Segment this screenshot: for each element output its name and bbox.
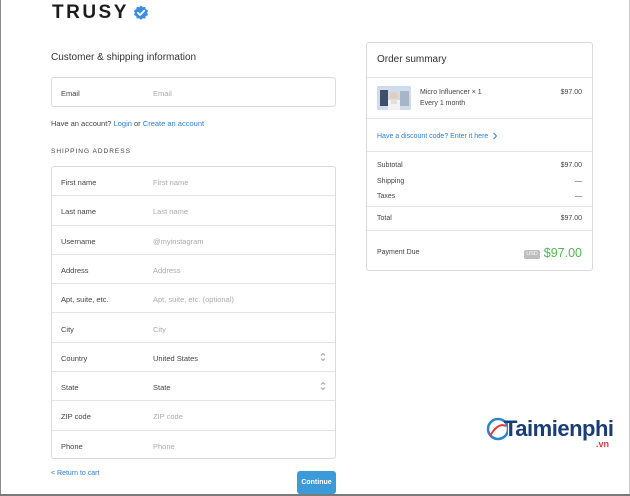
zip-code-input[interactable]: ZIP code [153,412,183,421]
email-field[interactable]: Email Email [51,77,336,107]
continue-button[interactable]: Continue [297,471,336,494]
watermark-logo: Taimienphi .vn [486,414,616,454]
currency-badge: USD [524,250,540,259]
payment-due-amount: $97.00 [543,246,582,260]
phone-input[interactable]: Phone [153,442,175,451]
product-plan: Every 1 month [420,100,466,107]
last-name-label: Last name [61,207,97,217]
window-frame-left [0,0,1,496]
order-summary-title: Order summary [377,54,447,65]
phone-label: Phone [61,441,83,451]
taxes-value: — [575,193,582,200]
divider [367,230,592,231]
state-value[interactable]: State [153,383,171,392]
payment-due-label: Payment Due [377,249,420,256]
username-field[interactable]: Username @myinstagram [52,226,335,255]
zip-code-field[interactable]: ZIP code ZIP code [52,401,335,431]
divider [367,118,592,119]
first-name-input[interactable]: First name [153,178,188,187]
first-name-label: First name [61,178,97,187]
state-select[interactable]: State State [52,372,335,402]
shipping-address-heading: SHIPPING ADDRESS [51,148,131,155]
zip-code-label: ZIP code [61,412,91,422]
email-input[interactable]: Email [153,89,172,98]
apt-suite-field[interactable]: Apt, suite, etc. Apt, suite, etc. (optio… [52,284,335,314]
city-input[interactable]: City [153,325,166,334]
first-name-field[interactable]: First name First name [52,167,335,197]
apt-suite-input[interactable]: Apt, suite, etc. (optional) [153,295,234,304]
account-prompt: Have an account? Login or Create an acco… [51,119,204,128]
username-input[interactable]: @myinstagram [153,237,204,246]
product-thumbnail [377,86,411,110]
address-field[interactable]: Address Address [52,255,335,285]
phone-field[interactable]: Phone Phone [52,431,335,460]
address-input[interactable]: Address [153,266,181,275]
shipping-value: — [575,178,582,185]
taxes-label: Taxes [377,193,396,200]
last-name-input[interactable]: Last name [153,207,188,216]
or-text: or [134,119,141,128]
select-arrows-icon [320,352,326,361]
shipping-label: Shipping [377,178,405,185]
customer-section-title: Customer & shipping information [51,52,197,63]
shipping-address-form: First name First name Last name Last nam… [51,166,336,459]
verified-badge-icon [133,5,148,20]
total-value: $97.00 [560,215,582,222]
address-label: Address [61,265,89,275]
discount-code-label: Have a discount code? Enter it here [377,132,489,140]
apt-suite-label: Apt, suite, etc. [61,295,109,305]
username-label: Username [61,236,96,246]
order-summary-panel: Order summary Micro Influencer × 1 Every… [366,42,593,271]
divider [367,151,592,152]
watermark-suffix: .vn [596,439,610,449]
product-name: Micro Influencer × 1 [420,89,482,96]
subtotal-value: $97.00 [560,162,582,169]
subtotal-label: Subtotal [377,162,403,169]
country-value[interactable]: United States [153,354,198,363]
total-label: Total [377,215,392,222]
return-to-cart-link[interactable]: < Return to cart [51,470,99,477]
select-arrows-icon [320,381,326,391]
account-prompt-text: Have an account? [51,119,112,128]
brand-name: TRUSY [52,2,129,23]
last-name-field[interactable]: Last name Last name [52,196,335,226]
city-label: City [61,324,74,334]
login-link[interactable]: Login [114,119,132,128]
country-select[interactable]: Country United States [52,343,335,373]
brand-logo[interactable]: TRUSY [52,2,149,24]
product-price: $97.00 [560,89,582,96]
chevron-right-icon [493,132,498,140]
state-label: State [61,383,79,393]
email-label: Email [61,89,80,98]
divider [367,206,592,207]
discount-code-link[interactable]: Have a discount code? Enter it here [377,132,498,140]
country-label: Country [61,353,88,363]
city-field[interactable]: City City [52,314,335,343]
create-account-link[interactable]: Create an account [143,119,204,128]
divider [367,77,592,78]
